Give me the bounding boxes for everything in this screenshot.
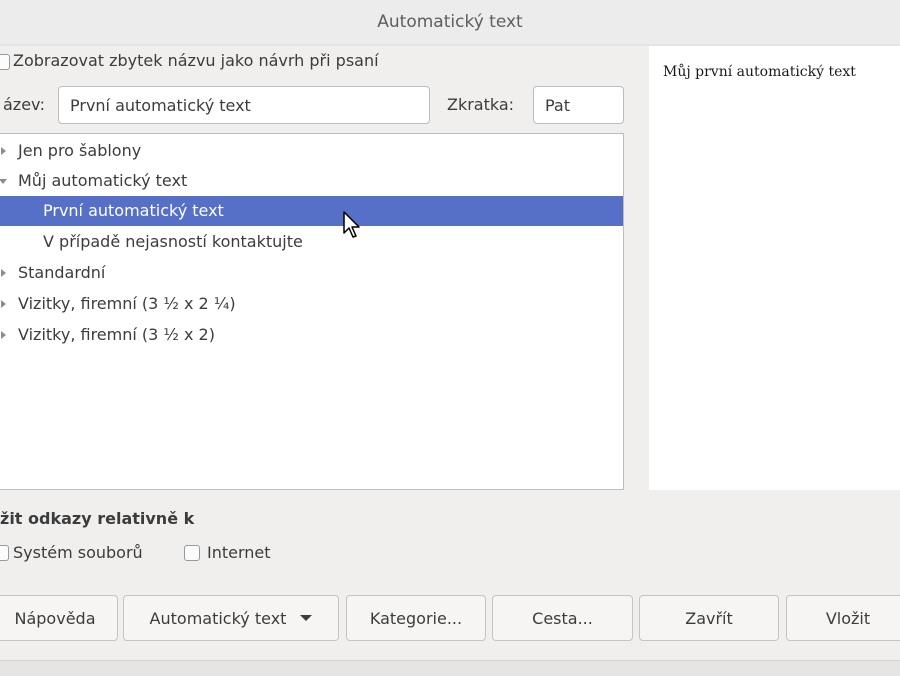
dialog-title: Automatický text	[377, 12, 523, 32]
show-suggestion-checkbox[interactable]	[0, 54, 10, 70]
expand-arrow-icon[interactable]	[0, 136, 8, 166]
path-button[interactable]: Cesta...	[492, 595, 633, 641]
help-button[interactable]: Nápověda	[0, 595, 118, 641]
name-input[interactable]	[58, 86, 430, 124]
relative-links-heading: žit odkazy relativně k	[0, 509, 195, 528]
shortcut-label: Zkratka:	[447, 95, 515, 114]
internet-label: Internet	[207, 543, 271, 562]
close-button[interactable]: Zavřít	[639, 595, 779, 641]
show-suggestion-label: Zobrazovat zbytek názvu jako návrh při p…	[13, 51, 379, 70]
tree-item-standardni[interactable]: Standardní	[0, 258, 623, 288]
autotext-menu-button[interactable]: Automatický text	[123, 595, 339, 641]
tree-item-label: Můj automatický text	[18, 171, 188, 190]
path-button-label: Cesta...	[532, 608, 593, 628]
tree-item-label: V případě nejasností kontaktujte	[43, 232, 303, 251]
expand-arrow-icon[interactable]	[0, 320, 8, 350]
file-system-checkbox[interactable]	[0, 545, 9, 561]
tree-item-jen-pro-sablony[interactable]: Jen pro šablony	[0, 136, 623, 166]
dialog-titlebar: Automatický text	[0, 0, 900, 45]
tree-item-label: Vizitky, firemní (3 ½ x 2 ¼)	[18, 294, 236, 313]
autotext-preview: Můj první automatický text	[649, 46, 900, 490]
close-button-label: Zavřít	[685, 608, 733, 628]
help-button-label: Nápověda	[14, 608, 96, 628]
mouse-pointer-icon	[343, 211, 360, 238]
categories-button-label: Kategorie...	[369, 608, 463, 628]
preview-text: Můj první automatický text	[663, 64, 856, 80]
tree-item-vizitky-firemni-2[interactable]: Vizitky, firemní (3 ½ x 2)	[0, 320, 623, 350]
name-label: ázev:	[3, 95, 46, 114]
collapse-arrow-icon[interactable]	[0, 166, 8, 196]
categories-button[interactable]: Kategorie...	[346, 595, 486, 641]
expand-arrow-icon[interactable]	[0, 258, 8, 288]
tree-item-muj-automaticky-text[interactable]: Můj automatický text	[0, 166, 623, 196]
insert-button[interactable]: Vložit	[786, 595, 900, 641]
dropdown-arrow-icon	[300, 615, 313, 621]
dialog-bottom-edge	[0, 660, 900, 676]
tree-item-vizitky-firemni-1[interactable]: Vizitky, firemní (3 ½ x 2 ¼)	[0, 289, 623, 319]
autotext-tree[interactable]: Jen pro šablony Můj automatický text Prv…	[0, 133, 624, 490]
tree-item-label: Vizitky, firemní (3 ½ x 2)	[18, 325, 215, 344]
tree-item-v-pripade-nejasnosti[interactable]: V případě nejasností kontaktujte	[0, 227, 623, 257]
expand-arrow-icon[interactable]	[0, 289, 8, 319]
shortcut-input[interactable]	[533, 86, 624, 124]
tree-item-label: První automatický text	[43, 201, 224, 220]
internet-checkbox[interactable]	[184, 545, 200, 561]
insert-button-label: Vložit	[825, 608, 871, 628]
tree-item-label: Jen pro šablony	[18, 141, 142, 160]
tree-item-prvni-automaticky-text[interactable]: První automatický text	[0, 196, 623, 226]
tree-item-label: Standardní	[18, 263, 106, 282]
autotext-button-label: Automatický text	[149, 608, 287, 628]
file-system-label: Systém souborů	[13, 543, 143, 562]
